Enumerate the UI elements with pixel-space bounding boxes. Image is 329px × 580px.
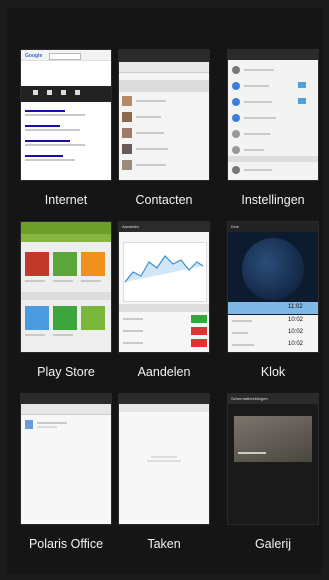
app-label: Polaris Office bbox=[28, 537, 104, 551]
app-label: Contacten bbox=[135, 193, 193, 207]
recent-apps-panel: Google Internet Contacten Instellingen P… bbox=[7, 8, 322, 574]
internet-thumbnail[interactable]: Google bbox=[21, 50, 111, 180]
galerij-title: Schermafbeeldingen bbox=[231, 396, 268, 401]
app-label: Aandelen bbox=[137, 365, 191, 379]
playstore-thumbnail[interactable] bbox=[21, 222, 111, 352]
instellingen-thumbnail[interactable] bbox=[228, 50, 318, 180]
google-logo: Google bbox=[25, 53, 43, 59]
app-label: Internet bbox=[44, 193, 88, 207]
klok-title: Klok bbox=[231, 224, 239, 229]
aandelen-title: Aandelen bbox=[122, 224, 139, 229]
app-label: Klok bbox=[260, 365, 286, 379]
gallery-photo bbox=[234, 416, 312, 462]
galerij-thumbnail[interactable]: Schermafbeeldingen bbox=[228, 394, 318, 524]
stock-graph bbox=[124, 255, 204, 283]
globe-image bbox=[242, 238, 304, 300]
app-label: Instellingen bbox=[241, 193, 305, 207]
polaris-thumbnail[interactable] bbox=[21, 394, 111, 524]
app-label: Taken bbox=[147, 537, 181, 551]
app-label: Play Store bbox=[37, 365, 95, 379]
klok-thumbnail[interactable]: Klok 11:02 10:02 10:02 10:02 bbox=[228, 222, 318, 352]
aandelen-thumbnail[interactable]: Aandelen bbox=[119, 222, 209, 352]
taken-thumbnail[interactable] bbox=[119, 394, 209, 524]
contacten-thumbnail[interactable] bbox=[119, 50, 209, 180]
app-label: Galerij bbox=[254, 537, 292, 551]
